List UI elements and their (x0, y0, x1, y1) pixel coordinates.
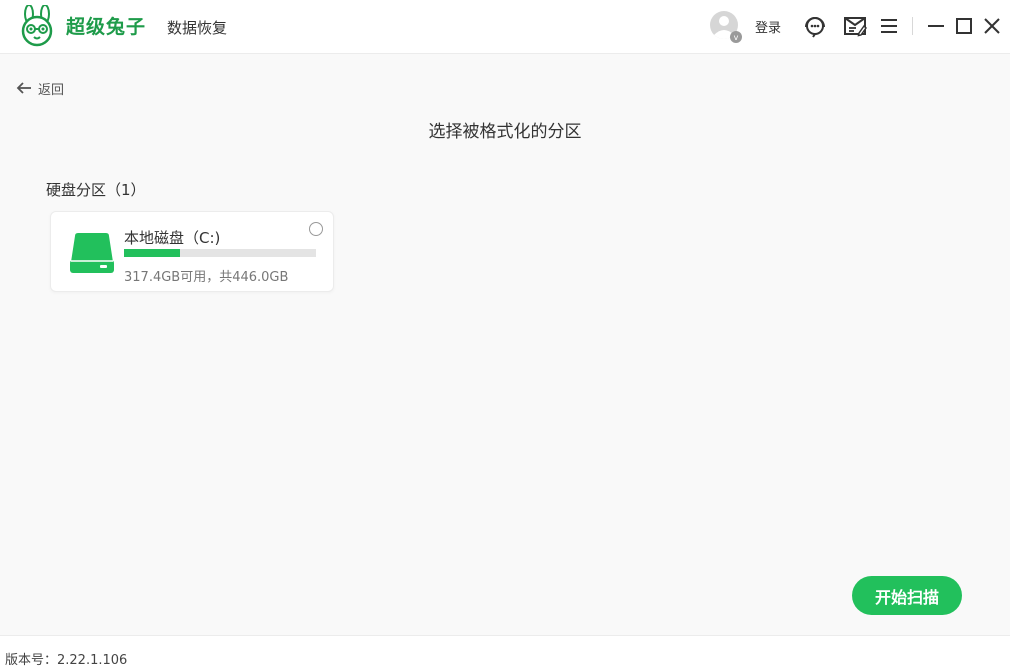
page-title: 选择被格式化的分区 (428, 122, 582, 142)
titlebar-divider (912, 17, 913, 35)
partition-info: 317.4GB可用，共446.0GB (124, 270, 289, 285)
section-title: 硬盘分区（1） (46, 181, 146, 199)
avatar-badge: v (734, 33, 739, 42)
customer-service-icon[interactable] (802, 13, 828, 39)
user-avatar-icon[interactable]: v (709, 10, 742, 43)
maximize-icon[interactable] (951, 13, 977, 39)
start-scan-button[interactable]: 开始扫描 (852, 576, 962, 615)
app-subtitle: 数据恢复 (167, 19, 228, 37)
version-label: 版本号：2.22.1.106 (5, 653, 128, 668)
partition-card-c[interactable]: 本地磁盘（C:) 317.4GB可用，共446.0GB (50, 211, 334, 292)
partition-usage-fill (124, 249, 180, 257)
partition-name: 本地磁盘（C:) (124, 229, 221, 247)
status-bar: 版本号：2.22.1.106 (0, 635, 1010, 670)
partition-select-radio[interactable] (309, 222, 323, 236)
minimize-icon[interactable] (923, 13, 949, 39)
app-brand: 超级兔子 (66, 16, 147, 38)
partition-usage-bar (124, 249, 316, 257)
rabbit-logo-icon (21, 5, 53, 47)
menu-icon[interactable] (876, 13, 902, 39)
back-button[interactable]: 返回 (16, 78, 64, 98)
close-icon[interactable] (979, 13, 1005, 39)
arrow-left-icon (16, 82, 31, 94)
feedback-icon[interactable] (842, 13, 868, 39)
back-label: 返回 (38, 82, 65, 98)
hard-disk-icon (70, 233, 114, 273)
login-button[interactable]: 登录 (755, 17, 781, 36)
title-bar: 超级兔子 数据恢复 v 登录 (0, 0, 1010, 54)
